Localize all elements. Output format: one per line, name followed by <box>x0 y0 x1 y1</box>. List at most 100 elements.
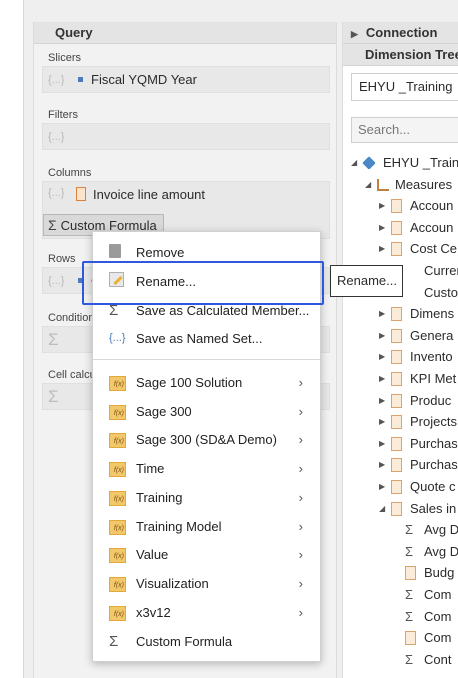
tree-node[interactable]: Σ Avg D <box>393 520 458 540</box>
tree-node-label: Measures <box>395 176 453 192</box>
menu-item-label: Value <box>136 546 169 562</box>
formula-folder-icon: f(x) <box>109 404 126 420</box>
menu-item-label: Sage 100 Solution <box>136 374 243 390</box>
formula-folder-icon: f(x) <box>109 432 126 448</box>
measures-icon <box>377 178 389 191</box>
file-icon <box>391 393 402 408</box>
tree-node[interactable]: ▶ Quote c <box>379 477 456 497</box>
menu-item-label: Time <box>136 460 165 476</box>
braces-icon: {...} <box>48 274 65 287</box>
sigma-icon: Σ <box>48 329 59 349</box>
file-icon <box>405 566 416 581</box>
formula-folder-icon: f(x) <box>109 461 126 477</box>
braces-icon: {...} <box>48 130 65 143</box>
tree-node[interactable]: ▶ Projects <box>379 412 457 432</box>
expand-icon[interactable]: ▶ <box>379 239 391 259</box>
menu-item-label: Sage 300 <box>136 403 192 419</box>
file-icon <box>391 480 402 494</box>
formula-folder-icon: f(x) <box>109 576 126 592</box>
tree-node-label: Genera <box>410 327 454 343</box>
tree-node[interactable]: Com <box>393 628 451 648</box>
tree-node-label: Cost Ce <box>410 241 457 257</box>
menu-item-sage-100-solution[interactable]: f(x) Sage 100 Solution › <box>93 368 320 396</box>
expand-icon[interactable]: ▶ <box>379 218 391 238</box>
braces-icon: {...} <box>48 187 65 199</box>
menu-item-sage-300[interactable]: f(x) Sage 300 › <box>93 397 320 425</box>
file-icon <box>391 350 402 365</box>
menu-item-custom-formula[interactable]: Σ Custom Formula <box>93 627 320 655</box>
menu-item-sage-300-sda-demo[interactable]: f(x) Sage 300 (SD&A Demo) › <box>93 425 320 453</box>
collapse-icon[interactable]: ◢ <box>351 153 363 173</box>
file-icon <box>391 328 402 343</box>
filters-drop-zone[interactable]: {...} <box>42 123 330 150</box>
expand-icon[interactable]: ▶ <box>379 455 391 475</box>
slicer-item[interactable]: Fiscal YQMD Year <box>91 72 197 87</box>
rename-tooltip: Rename... <box>330 265 403 297</box>
tree-node[interactable]: ▶ Genera <box>379 326 453 346</box>
tree-node-label: Budg <box>424 565 455 581</box>
chevron-right-icon: › <box>298 518 303 534</box>
chevron-right-icon: ▶ <box>351 29 358 39</box>
file-icon <box>391 415 402 430</box>
menu-item-x3v12[interactable]: f(x) x3v12 › <box>93 598 320 626</box>
file-icon <box>391 307 402 322</box>
slicers-drop-zone[interactable]: {...} Fiscal YQMD Year <box>42 66 330 93</box>
query-panel-title: Query <box>34 22 336 44</box>
tree-node-label: Quote c <box>410 479 456 494</box>
menu-item-time[interactable]: f(x) Time › <box>93 454 320 482</box>
tree-node-label: Accoun <box>410 198 454 214</box>
expand-icon[interactable]: ▶ <box>379 391 391 411</box>
braces-icon: {...} <box>109 332 126 344</box>
collapse-icon[interactable]: ◢ <box>379 499 391 519</box>
tree-node[interactable]: ▶ Dimens <box>379 304 454 324</box>
tree-node-label: Com <box>424 587 452 602</box>
menu-item-visualization[interactable]: f(x) Visualization › <box>93 569 320 597</box>
tree-node[interactable]: ◢ Sales in <box>379 499 456 519</box>
tree-node-label: Sales in <box>410 500 457 516</box>
tree-node[interactable]: ▶ Purchas <box>379 434 458 454</box>
menu-item-training[interactable]: f(x) Training › <box>93 483 320 511</box>
menu-item-save-named-set[interactable]: {...} Save as Named Set... <box>93 324 320 352</box>
tree-node[interactable]: ▶ Invento <box>379 347 453 367</box>
tree-node[interactable]: Σ Cont <box>393 650 451 670</box>
formula-folder-icon: f(x) <box>109 519 126 535</box>
tree-node-label: Produc <box>410 392 452 408</box>
tree-node[interactable]: ▶ Purchas <box>379 455 458 475</box>
expand-icon[interactable]: ▶ <box>379 326 391 346</box>
tree-node[interactable]: ▶ Accoun <box>379 196 453 216</box>
tree-node-label: Invento <box>410 349 453 365</box>
tree-node[interactable]: Σ Com <box>393 607 451 627</box>
menu-item-label: Visualization <box>136 575 209 591</box>
connection-select[interactable]: EHYU _Training <box>351 73 458 101</box>
file-icon <box>391 220 402 235</box>
tree-node[interactable]: Σ Com <box>393 585 451 605</box>
sigma-icon: Σ <box>405 651 414 667</box>
tree-node[interactable]: Budg <box>393 563 454 583</box>
expand-icon[interactable]: ▶ <box>379 304 391 324</box>
connection-header[interactable]: ▶ Connection <box>343 22 458 44</box>
expand-icon[interactable]: ▶ <box>379 369 391 389</box>
expand-icon[interactable]: ▶ <box>379 477 391 497</box>
measure-icon <box>76 187 86 201</box>
sigma-icon: Σ <box>405 608 414 624</box>
tree-node[interactable]: ▶ Produc <box>379 391 451 411</box>
expand-icon[interactable]: ▶ <box>379 412 391 432</box>
tree-node[interactable]: ◢ EHYU _Train <box>351 153 458 173</box>
collapse-icon[interactable]: ◢ <box>365 175 377 195</box>
connection-panel: ▶ Connection Dimension Tree EHYU _Trainin… <box>342 22 458 678</box>
tree-node[interactable]: ▶ Cost Ce <box>379 239 457 259</box>
menu-item-value[interactable]: f(x) Value › <box>93 540 320 568</box>
expand-icon[interactable]: ▶ <box>379 347 391 367</box>
chevron-right-icon: › <box>298 403 303 419</box>
tree-search-input[interactable]: Search... <box>351 117 458 143</box>
column-item[interactable]: Invoice line amount <box>93 187 205 202</box>
tree-node[interactable]: ◢ Measures <box>365 175 452 195</box>
expand-icon[interactable]: ▶ <box>379 434 391 454</box>
tree-node[interactable]: ▶ Accoun <box>379 218 453 238</box>
menu-item-training-model[interactable]: f(x) Training Model › <box>93 512 320 540</box>
expand-icon[interactable]: ▶ <box>379 196 391 216</box>
sigma-icon: Σ <box>405 543 414 559</box>
tree-node[interactable]: Σ Avg D <box>393 542 458 562</box>
tree-node[interactable]: ▶ KPI Met <box>379 369 456 389</box>
file-icon <box>391 372 402 386</box>
